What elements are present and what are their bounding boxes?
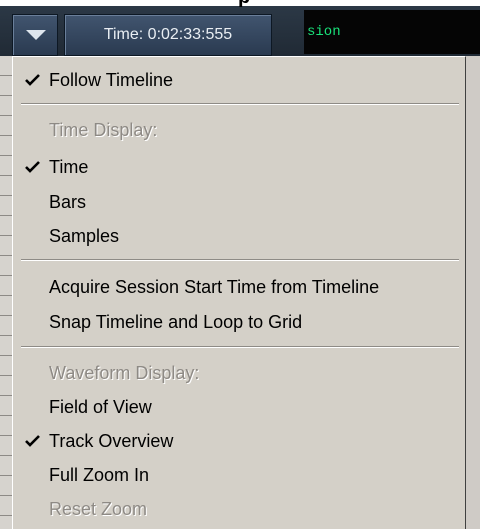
menu-item-label: Bars: [49, 192, 87, 212]
menu-item-label: Follow Timeline: [49, 70, 174, 90]
menu-item-full-zoom-in[interactable]: Full Zoom In: [13, 458, 465, 492]
menu-item-label: Samples: [49, 226, 120, 246]
menu-item-bars[interactable]: Bars: [13, 185, 465, 219]
display-options-dropdown-button[interactable]: [12, 14, 58, 56]
menu-item-label: Reset Zoom: [49, 499, 148, 519]
menu-separator: [21, 259, 459, 261]
menu-item-label: Time: [49, 157, 89, 177]
menu-item-acquire-session-start[interactable]: Acquire Session Start Time from Timeline: [13, 270, 465, 304]
menu-item-field-of-view[interactable]: Field of View: [13, 390, 465, 424]
menu-separator: [21, 346, 459, 348]
menu-item-follow-timeline[interactable]: Follow Timeline: [13, 63, 465, 97]
menu-item-label: Full Zoom In: [49, 465, 150, 485]
menu-item-label: Track Overview: [49, 431, 174, 451]
checkmark-icon: [25, 435, 40, 447]
menu-item-label: Waveform Display:: [49, 363, 200, 383]
menu-item-time[interactable]: Time: [13, 150, 465, 184]
checkmark-icon: [25, 161, 40, 173]
checkmark-icon: [25, 74, 40, 86]
menu-header-time-display: Time Display:: [13, 113, 465, 147]
menu-item-label: Field of View: [49, 397, 152, 417]
top-title-fragment: p: [238, 0, 250, 9]
menu-item-samples[interactable]: Samples: [13, 219, 465, 253]
menu-separator: [21, 103, 459, 105]
menu-item-label: Acquire Session Start Time from Timeline: [49, 277, 380, 297]
right-panel-text: sion: [307, 24, 341, 40]
left-track-list-edge: [0, 56, 12, 529]
menu-item-label: Time Display:: [49, 120, 158, 140]
time-display-button[interactable]: Time: 0:02:33:555: [64, 14, 272, 56]
menu-item-label: Snap Timeline and Loop to Grid: [49, 312, 303, 332]
menu-item-track-overview[interactable]: Track Overview: [13, 424, 465, 458]
menu-item-snap-timeline[interactable]: Snap Timeline and Loop to Grid: [13, 305, 465, 339]
display-options-menu: Follow Timeline Time Display: Time Bars …: [12, 56, 466, 529]
right-panel-edge: [466, 56, 480, 529]
menu-header-waveform-display: Waveform Display:: [13, 356, 465, 390]
top-title-area: p: [0, 0, 480, 9]
menu-item-reset-zoom: Reset Zoom: [13, 492, 465, 526]
triangle-down-icon: [26, 30, 46, 40]
